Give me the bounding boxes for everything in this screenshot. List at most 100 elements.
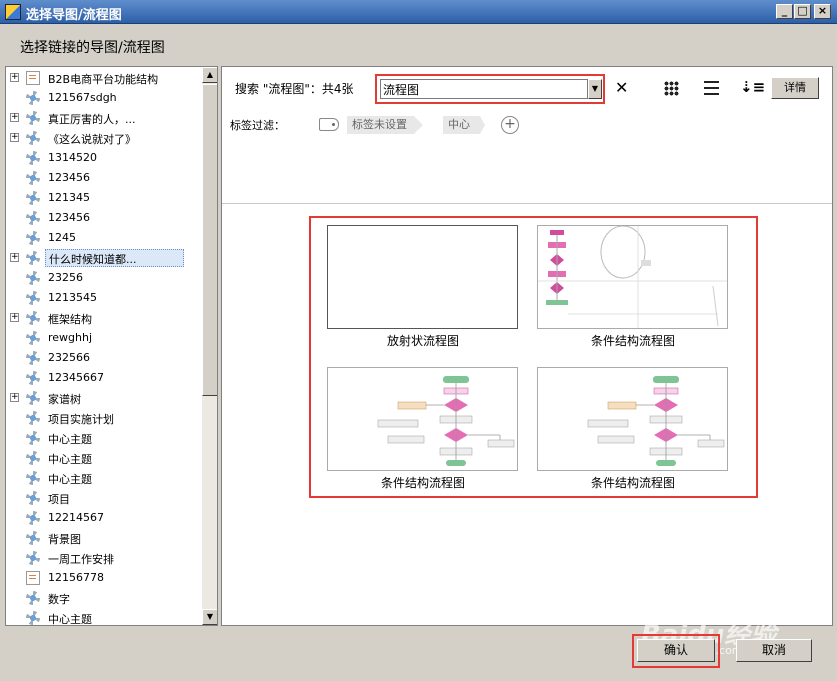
tree-item[interactable]: rewghhj: [6, 328, 202, 348]
cancel-button[interactable]: 取消: [736, 639, 812, 662]
expand-icon[interactable]: +: [10, 313, 19, 322]
tree-item[interactable]: 1314520: [6, 148, 202, 168]
tree-item[interactable]: + 真正厉害的人，...: [6, 108, 202, 128]
tree-item[interactable]: 12345667: [6, 368, 202, 388]
tree-item[interactable]: 中心主题: [6, 428, 202, 448]
expand-icon[interactable]: +: [10, 393, 19, 402]
add-tag-icon[interactable]: +: [501, 116, 519, 134]
tree-item[interactable]: 232566: [6, 348, 202, 368]
mindmap-icon: [26, 291, 40, 305]
scroll-up-icon[interactable]: ▲: [202, 67, 217, 83]
tree-item-label: 家谱树: [48, 393, 81, 406]
close-button[interactable]: ×: [814, 4, 831, 19]
scroll-thumb[interactable]: [202, 84, 217, 396]
tree-item[interactable]: 123456: [6, 208, 202, 228]
tree-item[interactable]: + 《这么说就对了》: [6, 128, 202, 148]
scroll-down-icon[interactable]: ▼: [202, 609, 217, 625]
tree-item-label: 中心主题: [48, 613, 92, 626]
tree-item-label: 一周工作安排: [48, 553, 114, 566]
tree-item[interactable]: 123456: [6, 168, 202, 188]
tree-scrollbar[interactable]: ▲ ▼: [202, 67, 217, 625]
tree-item[interactable]: + 家谱树: [6, 388, 202, 408]
tree-item-label: 项目: [48, 493, 70, 506]
sort-icon[interactable]: ⇣≡: [740, 78, 765, 96]
tag-chip[interactable]: 中心: [443, 116, 485, 134]
results-panel: 搜索 "流程图"：共4张 ▼ ✕ ⇣≡ 详情 标签过滤： 标签未设置 中心 + …: [221, 66, 833, 626]
tag-chip[interactable]: 标签未设置: [347, 116, 423, 134]
tree-item[interactable]: 项目: [6, 488, 202, 508]
tree-item-label: 121567sdgh: [48, 91, 117, 104]
thumbnail: [537, 225, 728, 329]
tree-item-label: 项目实施计划: [48, 413, 114, 426]
tree-item-label: 1314520: [48, 151, 97, 164]
maximize-button[interactable]: □: [794, 4, 811, 19]
mindmap-icon: [26, 511, 40, 525]
result-caption: 条件结构流程图: [590, 476, 675, 490]
details-button[interactable]: 详情: [771, 77, 819, 99]
minimize-button[interactable]: _: [776, 4, 793, 19]
list-view-icon[interactable]: [704, 81, 719, 95]
mindmap-icon: [26, 251, 40, 265]
tree-item[interactable]: 背景图: [6, 528, 202, 548]
mindmap-icon: [26, 471, 40, 485]
result-card[interactable]: 放射状流程图: [327, 225, 519, 349]
tree-item[interactable]: 121345: [6, 188, 202, 208]
document-icon: [26, 571, 40, 585]
tree-item[interactable]: 121567sdgh: [6, 88, 202, 108]
tree-item[interactable]: 12156778: [6, 568, 202, 588]
dropdown-arrow-icon[interactable]: ▼: [588, 79, 602, 99]
tree-item[interactable]: 1213545: [6, 288, 202, 308]
mindmap-icon: [26, 331, 40, 345]
result-card[interactable]: 条件结构流程图: [537, 225, 729, 349]
tree-item-label: 123456: [48, 211, 90, 224]
flowchart-preview: [587, 376, 725, 466]
search-input[interactable]: [380, 79, 588, 99]
grid-view-icon[interactable]: [664, 81, 679, 96]
expand-icon[interactable]: +: [10, 253, 19, 262]
tree-item[interactable]: 23256: [6, 268, 202, 288]
mindmap-icon: [26, 491, 40, 505]
mindmap-icon: [26, 451, 40, 465]
search-highlight: ▼: [375, 74, 605, 104]
tree-item[interactable]: 数字: [6, 588, 202, 608]
tree-item[interactable]: 中心主题: [6, 608, 202, 626]
mindmap-icon: [26, 111, 40, 125]
ok-button[interactable]: 确认: [637, 639, 715, 662]
mindmap-icon: [26, 271, 40, 285]
mindmap-icon: [26, 431, 40, 445]
tree-item-label: 中心主题: [48, 453, 92, 466]
mindmap-icon: [26, 371, 40, 385]
mindmap-icon: [26, 231, 40, 245]
thumbnail: [327, 367, 518, 471]
tree-item[interactable]: 一周工作安排: [6, 548, 202, 568]
mindmap-icon: [26, 351, 40, 365]
tree-item[interactable]: 项目实施计划: [6, 408, 202, 428]
expand-icon[interactable]: +: [10, 133, 19, 142]
tree-item[interactable]: + B2B电商平台功能结构: [6, 68, 202, 88]
mindmap-icon: [26, 411, 40, 425]
tree-item[interactable]: + 框架结构: [6, 308, 202, 328]
tree-item[interactable]: 中心主题: [6, 468, 202, 488]
flowchart-preview: [538, 226, 727, 328]
mindmap-icon: [26, 611, 40, 625]
tree-item[interactable]: + 什么时候知道都...: [6, 248, 202, 268]
tree-item-label: 1213545: [48, 291, 97, 304]
tree-item-label: 数字: [48, 593, 70, 606]
tree-item[interactable]: 1245: [6, 228, 202, 248]
expand-icon[interactable]: +: [10, 113, 19, 122]
tree-item-label: 背景图: [48, 533, 81, 546]
result-card[interactable]: 条件结构流程图: [537, 367, 729, 491]
tree-item-label: rewghhj: [48, 331, 93, 344]
mindmap-icon: [26, 391, 40, 405]
mindmap-icon: [26, 191, 40, 205]
clear-icon[interactable]: ✕: [615, 78, 628, 97]
tree-item-label: 12214567: [48, 511, 104, 524]
tree-item-label: 中心主题: [48, 473, 92, 486]
mindmap-icon: [26, 91, 40, 105]
mindmap-icon: [26, 311, 40, 325]
result-card[interactable]: 条件结构流程图: [327, 367, 519, 491]
tree-item-label: 中心主题: [48, 433, 92, 446]
tree-item[interactable]: 12214567: [6, 508, 202, 528]
expand-icon[interactable]: +: [10, 73, 19, 82]
tree-item[interactable]: 中心主题: [6, 448, 202, 468]
